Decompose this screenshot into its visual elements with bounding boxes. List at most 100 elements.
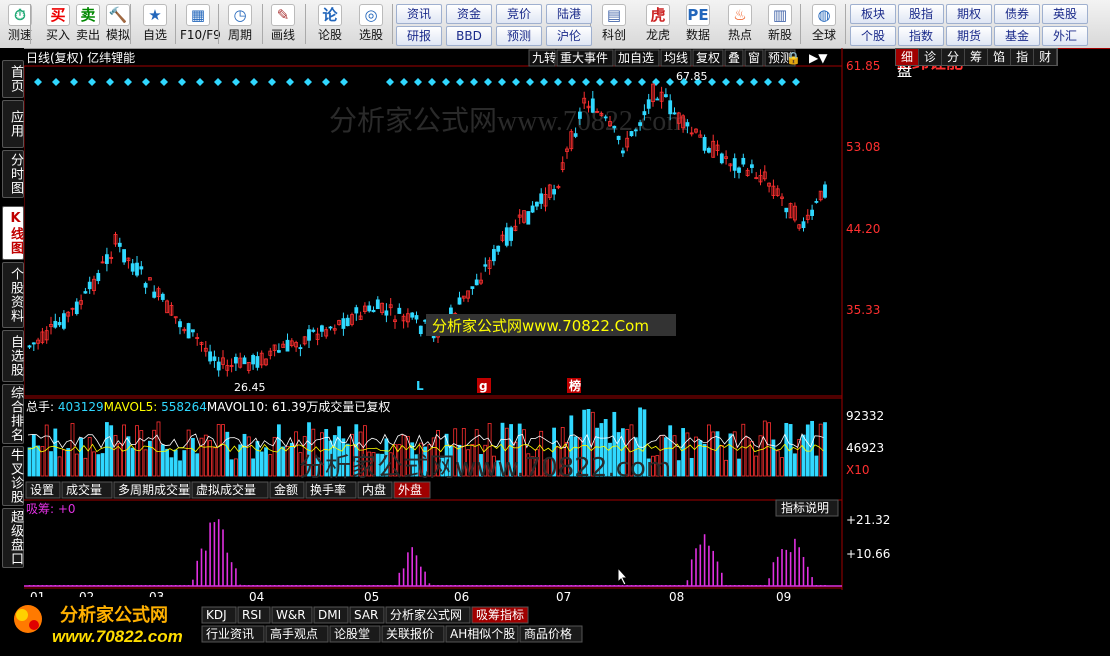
kline-chart[interactable]: 日线(复权) 亿纬锂能 九转 重大事件 加自选 均线 复权叠窗预测🔒 ▶▼61.8553.0… [24,48,894,653]
lock-icon[interactable]: 🔒 [786,51,801,65]
volume-axis-label: 92332 [846,409,884,423]
market-button[interactable]: 期权 [946,4,992,24]
sidebar-tab-8[interactable]: 超级盘口 [2,508,24,568]
market-button[interactable]: 外汇 [1042,26,1088,46]
quote-tab[interactable]: 指 [1011,49,1035,65]
quote-tab[interactable]: 分 [942,49,966,65]
market-button[interactable]: 基金 [994,26,1040,46]
candle-body [341,318,346,329]
toolbar-button-6[interactable]: ◷ 周期 [222,2,258,46]
sidebar-tab-6[interactable]: 综合排名 [2,384,24,444]
quick-button[interactable]: 预测 [496,26,542,46]
info-tab-label: AH相似个股 [450,627,515,641]
toolbar-button-4[interactable]: ★ 自选 [137,2,173,46]
volume-bar [208,440,213,477]
quote-tab[interactable]: 细 [896,49,920,65]
market-button[interactable]: 个股 [850,26,896,46]
quote-tab[interactable]: 财 [1034,49,1058,65]
toolbar-separator [262,4,263,44]
sidebar-tab-7[interactable]: 牛叉诊股 [2,446,24,506]
toolbar-separator [130,4,131,44]
quick-button[interactable]: 资金 [446,4,492,24]
volume-bar [281,446,286,477]
candle-body [509,227,514,241]
candle-body [491,249,496,262]
volume-bar [66,448,71,477]
volume-bar [96,454,101,477]
candle-body [83,291,88,294]
quick-button[interactable]: 竞价 [496,4,542,24]
market-button[interactable]: 英股 [1042,4,1088,24]
quick-button[interactable]: 研报 [396,26,442,46]
volume-bar [784,422,789,477]
quick-button[interactable]: 陆港 [546,4,592,24]
candle-body [397,307,402,314]
candle-body [233,356,238,364]
toolbar-button-13[interactable]: ♨ 热点 [722,2,758,46]
volume-bar [805,424,810,477]
quick-button[interactable]: 沪伦 [546,26,592,46]
signal-diamond [568,78,576,86]
volume-bar [195,453,200,477]
signal-diamond [582,78,590,86]
signal-diamond [70,78,78,86]
quote-tab[interactable]: 诊 [919,49,943,65]
volume-bar [689,457,694,477]
event-marker[interactable]: 榜 [569,378,581,393]
market-button[interactable]: 指数 [898,26,944,46]
indicator-tab-label: 换手率 [310,482,346,497]
event-marker[interactable]: g [479,379,488,393]
sidebar-tab-0[interactable]: 首页 [2,60,24,98]
volume-bar [745,437,750,477]
volume-bar [74,453,79,477]
candle-body [448,307,453,316]
sidebar-tab-2[interactable]: 分时图 [2,150,24,198]
toolbar-button-0[interactable]: ⏱ 测速 [2,2,38,46]
month-label: 08 [669,590,684,604]
signal-diamond [142,78,150,86]
market-button[interactable]: 板块 [850,4,896,24]
candle-body [719,153,724,164]
toolbar-button-8[interactable]: 论论股 [312,2,348,46]
toolbar-button-label: 龙虎 [645,28,670,42]
indicator-bottom-tab-label: SAR [354,608,378,622]
sidebar-tab-5[interactable]: 自选股 [2,330,24,382]
sidebar-tab-1[interactable]: 应用 [2,100,24,148]
volume-bar [79,437,83,477]
market-button[interactable]: 股指 [898,4,944,24]
indicator-bottom-tab-label: W&R [276,608,306,622]
candle-body [530,205,535,213]
toolbar-separator [30,4,31,44]
market-button[interactable]: 债券 [994,4,1040,24]
hotspot-icon: ♨ [728,4,752,26]
market-button[interactable]: 期货 [946,26,992,46]
candle-body [135,262,139,276]
toolbar-button-11[interactable]: 虎龙虎 [640,2,676,46]
candle-body [539,193,544,204]
toolbar-button-10[interactable]: ▤ 科创 [596,2,632,46]
indicator-tab-label: 设置 [30,483,54,497]
event-marker[interactable]: L [416,379,424,393]
quote-bottom-tabs: 细诊分筹馅指财 [895,48,1059,66]
price-axis-label: 35.33 [846,303,880,317]
quick-button[interactable]: 资讯 [396,4,442,24]
toolbar-button-9[interactable]: ◎ 选股 [353,2,389,46]
sidebar-tab-3[interactable]: K线图 [2,206,24,260]
quick-button[interactable]: BBD [446,26,492,46]
quote-tab[interactable]: 馅 [988,49,1012,65]
toolbar-button-12[interactable]: PE 数据 [680,2,716,46]
signal-diamond [124,78,132,86]
volume-bar [130,447,135,477]
expand-icon[interactable]: ▶▼ [809,51,828,65]
toolbar-button-5[interactable]: ▦ F10/F9 [180,2,221,46]
sidebar-tab-4[interactable]: 个股资料 [2,262,24,328]
quote-tab[interactable]: 筹 [965,49,989,65]
volume-bar [681,428,685,477]
toolbar-button-15[interactable]: ◍ 全球 [806,2,842,46]
toolbar-button-7[interactable]: ✎ 画线 [265,2,301,46]
toolbar-button-14[interactable]: ▥ 新股 [762,2,798,46]
candle-body [741,157,746,165]
volume-header-ma10: 61.39万 [272,400,318,414]
candle-body [27,345,32,348]
volume-bar [233,458,238,477]
